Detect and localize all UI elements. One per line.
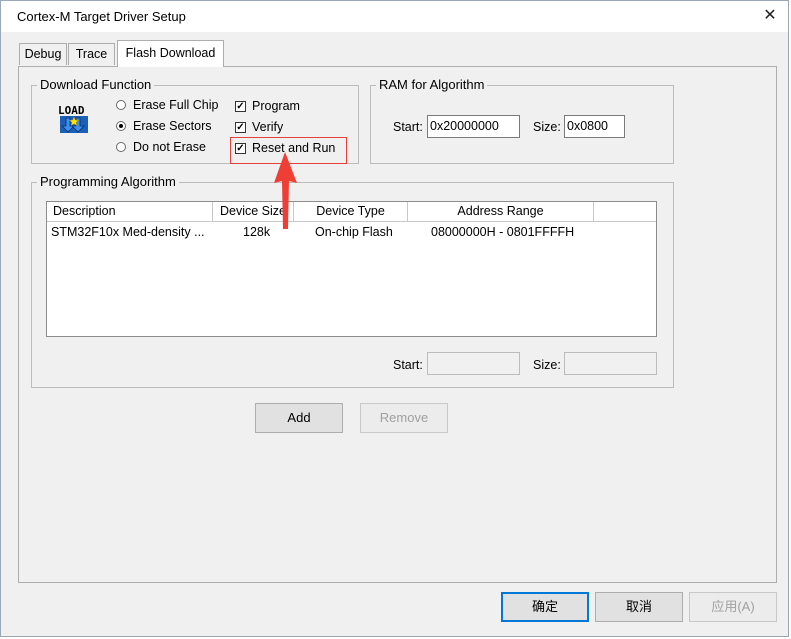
cancel-button[interactable]: 取消	[595, 592, 683, 622]
do-not-erase-radio[interactable]	[116, 142, 126, 152]
table-row[interactable]: STM32F10x Med-density ... 128k On-chip F…	[47, 223, 656, 243]
apply-button[interactable]: 应用(A)	[689, 592, 777, 622]
row-device-size: 128k	[243, 225, 271, 239]
ram-size-label: Size:	[533, 120, 561, 134]
tab-flash-download[interactable]: Flash Download	[117, 40, 224, 67]
column-header-device-type[interactable]: Device Type	[294, 202, 408, 222]
ram-start-label: Start:	[393, 120, 423, 134]
do-not-erase-label: Do not Erase	[133, 140, 206, 154]
erase-sectors-label: Erase Sectors	[133, 119, 212, 133]
download-function-legend: Download Function	[37, 77, 155, 92]
ok-button[interactable]: 确定	[501, 592, 589, 622]
erase-full-chip-label: Erase Full Chip	[133, 98, 219, 112]
column-header-filler	[594, 202, 656, 222]
column-header-description[interactable]: Description	[47, 202, 213, 222]
tab-trace[interactable]: Trace	[68, 43, 115, 65]
column-header-address-range[interactable]: Address Range	[408, 202, 594, 222]
verify-label: Verify	[252, 120, 284, 134]
program-label: Program	[252, 99, 300, 113]
algorithm-start-input[interactable]	[427, 352, 520, 375]
add-button[interactable]: Add	[255, 403, 343, 433]
load-icon-text: LOAD	[58, 104, 85, 117]
row-address-range: 08000000H - 0801FFFFH	[431, 225, 575, 239]
row-device-type: On-chip Flash	[315, 225, 393, 239]
verify-checkbox[interactable]: ✓	[235, 122, 246, 133]
dialog-window: Cortex-M Target Driver Setup ✕ Debug Tra…	[0, 0, 789, 637]
tab-debug[interactable]: Debug	[19, 43, 67, 65]
row-description: STM32F10x Med-density ...	[51, 225, 205, 239]
ram-start-input[interactable]: 0x20000000	[427, 115, 520, 138]
programming-algorithm-legend: Programming Algorithm	[37, 174, 179, 189]
red-arrow-annotation	[274, 152, 297, 229]
ram-for-algorithm-legend: RAM for Algorithm	[376, 77, 488, 92]
load-icon: LOAD	[57, 102, 91, 136]
window-title: Cortex-M Target Driver Setup	[17, 9, 186, 24]
algorithm-size-label: Size:	[533, 358, 561, 372]
erase-full-chip-radio[interactable]	[116, 100, 126, 110]
close-icon[interactable]: ✕	[756, 5, 784, 27]
algorithm-size-input[interactable]	[564, 352, 657, 375]
algorithm-start-label: Start:	[393, 358, 423, 372]
algorithm-list[interactable]: Description Device Size Device Type Addr…	[46, 201, 657, 337]
remove-button[interactable]: Remove	[360, 403, 448, 433]
title-bar: Cortex-M Target Driver Setup ✕	[1, 1, 788, 32]
program-checkbox[interactable]: ✓	[235, 101, 246, 112]
ram-size-input[interactable]: 0x0800	[564, 115, 625, 138]
erase-sectors-radio[interactable]	[116, 121, 126, 131]
